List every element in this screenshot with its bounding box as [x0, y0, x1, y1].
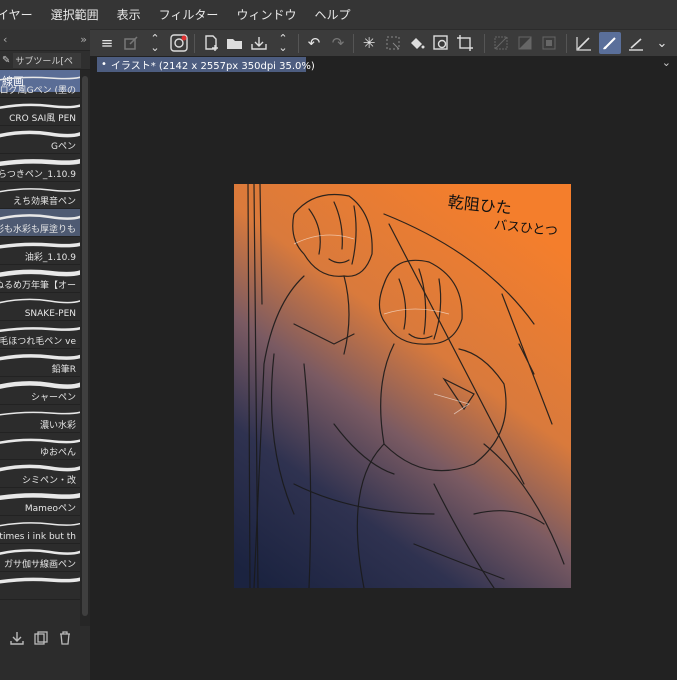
import-icon[interactable] — [10, 631, 24, 649]
document-tab-title: イラスト* (2142 x 2557px 350dpi 35.0%) — [110, 61, 315, 72]
modified-dot-icon: • — [101, 59, 107, 70]
brush-name: Mameoペン — [24, 504, 76, 515]
trash-icon[interactable] — [58, 630, 72, 649]
brush-tool-icon[interactable] — [599, 32, 621, 54]
brush-item[interactable]: 鉛筆R — [0, 349, 80, 377]
brush-name: ふらつきペン_1.10.9 — [0, 169, 76, 180]
save-icon[interactable] — [248, 32, 270, 54]
brush-item[interactable]: ゆおぺん — [0, 433, 80, 461]
menu-help[interactable]: ヘルプ — [305, 6, 359, 23]
brush-stroke-preview — [0, 522, 80, 527]
eraser-tool-icon[interactable] — [625, 32, 647, 54]
brush-item[interactable]: sometimes i ink but th — [0, 516, 80, 545]
panel-header: ‹ » — [0, 29, 90, 51]
up-down-icon[interactable]: ⌃ ⌄ — [144, 32, 166, 54]
menu-selection[interactable]: 選択範囲 — [42, 6, 108, 23]
brush-list: アナログ風Gペン (墨の CRO SAI風 PEN Gペンふらつきペン_1.10.9… — [0, 70, 80, 626]
brush-list-scrollbar[interactable] — [80, 70, 90, 626]
menu-icon[interactable]: ≡ — [96, 32, 118, 54]
artwork-canvas[interactable]: 乾阻ひた バスひとつ — [234, 184, 571, 588]
brush-item[interactable]: シミペン・改 — [0, 460, 80, 489]
new-file-icon[interactable] — [200, 32, 222, 54]
pen-nib-icon: ✎ — [2, 54, 11, 66]
brush-item[interactable]: えち効果音ペン — [0, 182, 80, 210]
brush-item[interactable]: ガサ伽サ線画ペン — [0, 544, 80, 573]
scroll-thumb[interactable] — [82, 76, 88, 616]
brush-name: SNAKE-PEN — [24, 309, 76, 320]
brush-name: 水彩も水彩も厚塗りも — [0, 225, 76, 236]
brush-name: 筆毛ほつれ毛ペン ve — [0, 336, 76, 347]
brush-name: 濃い水彩 — [39, 420, 76, 431]
menu-filter[interactable]: フィルター — [150, 6, 228, 23]
panel-footer — [0, 628, 100, 651]
subtool-tab[interactable]: ✎ サブツール[ペ — [0, 51, 90, 70]
menu-view[interactable]: 表示 — [108, 6, 150, 23]
pen-tool-icon[interactable] — [573, 32, 595, 54]
brush-item[interactable]: 筆毛ほつれ毛ペン ve — [0, 321, 80, 349]
brush-item[interactable]: ふらつきペン_1.10.9 — [0, 154, 80, 182]
brush-name: 油彩_1.10.9 — [24, 253, 76, 264]
loading-spinner-icon: ✳ — [362, 34, 376, 52]
tab-list-chevron-icon[interactable]: ⌄ — [662, 56, 671, 69]
brush-name: ぬるめ万年筆【オー — [0, 281, 76, 292]
brush-item[interactable]: Mameoペン — [0, 488, 80, 517]
menu-bar: イヤー 選択範囲 表示 フィルター ウィンドウ ヘルプ — [0, 0, 677, 29]
brush-name: CRO SAI風 PEN — [9, 113, 76, 124]
menu-window[interactable]: ウィンドウ — [227, 6, 305, 23]
brush-item[interactable]: CRO SAI風 PEN — [0, 98, 80, 126]
open-folder-icon[interactable] — [224, 32, 246, 54]
brush-name: Gペン — [51, 141, 76, 152]
brush-name: sometimes i ink but th — [0, 532, 76, 543]
canvas-area: • イラスト* (2142 x 2557px 350dpi 35.0%) ⌄ 乾… — [90, 56, 677, 680]
brush-stroke-preview — [0, 577, 80, 584]
brush-item[interactable] — [0, 572, 80, 600]
disabled-grid-icon — [490, 32, 512, 54]
chevron-down-icon[interactable]: ⌄ — [651, 32, 673, 54]
brush-item[interactable]: シャーペン — [0, 377, 80, 405]
brush-name: ガサ伽サ線画ペン — [3, 560, 76, 571]
redo-icon: ↷ — [331, 34, 345, 52]
brush-item[interactable]: SNAKE-PEN — [0, 293, 80, 322]
crop-icon[interactable] — [454, 32, 476, 54]
brush-name: ゆおぺん — [39, 448, 76, 459]
duplicate-icon[interactable] — [34, 630, 48, 649]
brush-item[interactable]: アナログ風Gペン (墨の — [0, 70, 80, 98]
disabled-edit-icon — [120, 32, 142, 54]
menu-layer[interactable]: イヤー — [0, 6, 42, 23]
brush-name: シミペン・改 — [21, 476, 76, 487]
collapse-right-icon[interactable]: » — [80, 33, 87, 46]
brush-name: 鉛筆R — [51, 364, 76, 375]
brush-name: シャーペン — [30, 392, 76, 403]
brush-name: アナログ風Gペン (墨の — [0, 85, 76, 96]
brush-item[interactable]: ぬるめ万年筆【オー — [0, 265, 80, 294]
disabled-layer-icon — [514, 32, 536, 54]
undo-icon[interactable]: ↶ — [303, 32, 325, 54]
collapse-left-icon[interactable]: ‹ — [3, 33, 7, 46]
document-tab[interactable]: • イラスト* (2142 x 2557px 350dpi 35.0%) — [97, 57, 315, 72]
fill-icon[interactable] — [406, 32, 428, 54]
up-down-icon-2[interactable]: ⌃ ⌄ — [272, 32, 294, 54]
brush-stroke-preview — [0, 298, 80, 304]
transform-icon[interactable] — [430, 32, 452, 54]
brush-item[interactable]: 濃い水彩 — [0, 405, 80, 433]
clear-selection-icon[interactable] — [382, 32, 404, 54]
brush-item[interactable]: Gペン — [0, 126, 80, 154]
brush-name: えち効果音ペン — [12, 197, 76, 208]
disabled-frame-icon — [538, 32, 560, 54]
subtool-tab-label: サブツール[ペ — [13, 52, 82, 68]
brush-item[interactable]: 油彩_1.10.9 — [0, 237, 80, 266]
brush-item[interactable]: 水彩も水彩も厚塗りも — [0, 209, 80, 238]
cloud-sync-icon[interactable] — [168, 32, 190, 54]
command-bar: ≡ ⌃ ⌄ ⌃ ⌄ ↶ ↷ ✳ ⌄ — [90, 29, 677, 58]
